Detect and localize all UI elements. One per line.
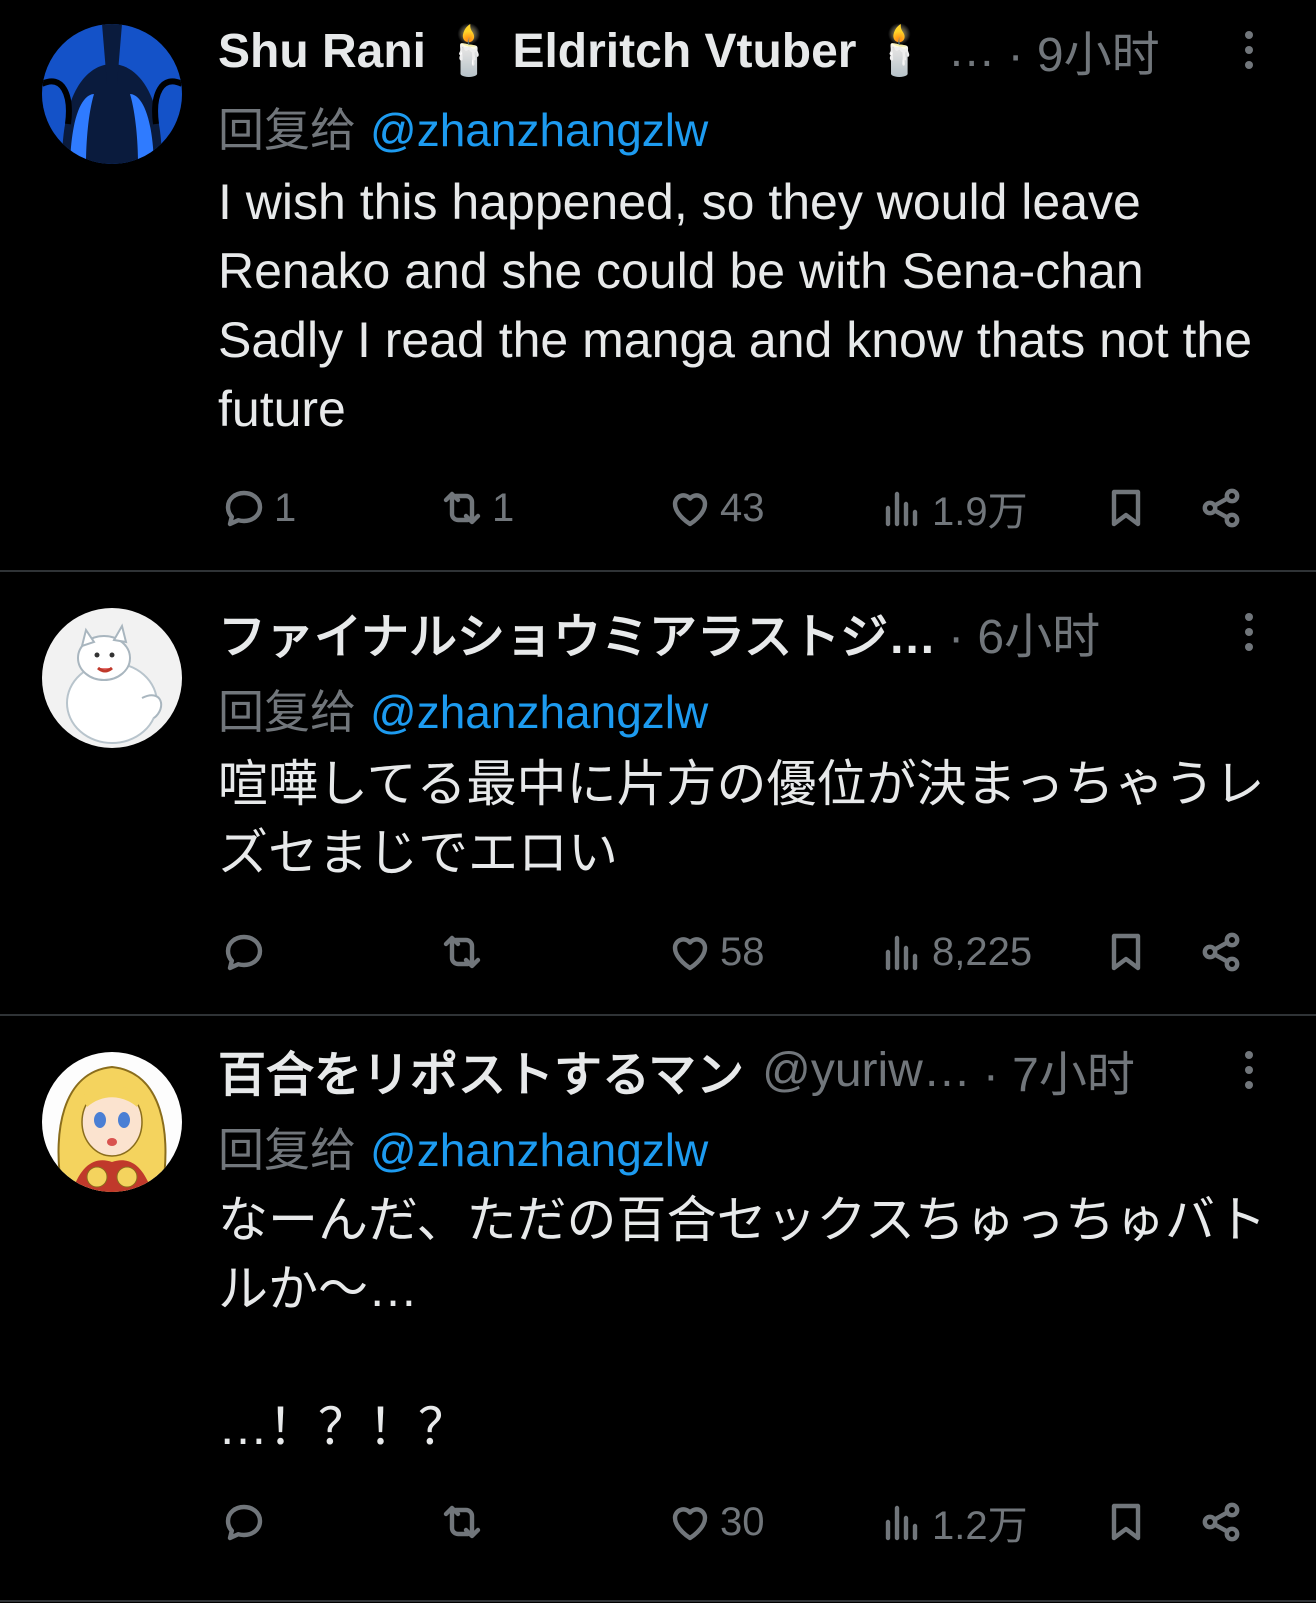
views-count: 1.9万 (932, 490, 1028, 534)
like-count: 43 (720, 485, 765, 530)
avatar[interactable] (42, 608, 182, 748)
views-button[interactable]: 1.2万 (878, 1492, 1028, 1552)
reply-prefix: 回复给 (218, 686, 356, 738)
timestamp[interactable]: · 6小时 (948, 597, 1100, 667)
tweet-2[interactable]: ファイナルショウミアラストジ… · 6小时 回复给 @zhanzhangzlw 喧… (0, 572, 1316, 1016)
timestamp[interactable]: · 7小时 (983, 1035, 1135, 1105)
reply-prefix: 回复给 (218, 1124, 356, 1176)
reply-button[interactable]: 1 (220, 478, 296, 538)
reply-to-link[interactable]: @zhanzhangzlw (370, 1124, 708, 1176)
like-icon (672, 937, 708, 971)
retweet-count: 1 (492, 485, 515, 530)
share-icon (1202, 1502, 1240, 1542)
bookmark-button[interactable] (1102, 478, 1150, 538)
reply-count: 1 (274, 485, 297, 530)
share-icon (1202, 488, 1240, 528)
tweet-header: Shu Rani 🕯️ Eldritch Vtuber 🕯️ … · 9小时 (218, 20, 1256, 83)
like-button[interactable]: 30 (666, 1492, 765, 1552)
reply-context: 回复给 @zhanzhangzlw (218, 676, 708, 742)
tweet-actions: 1 1 43 1.9万 (0, 478, 1316, 538)
reply-icon (225, 490, 263, 527)
retweet-button[interactable]: 1 (438, 478, 514, 538)
bookmark-button[interactable] (1102, 1492, 1150, 1552)
reply-to-link[interactable]: @zhanzhangzlw (370, 104, 708, 156)
tweet-1[interactable]: Shu Rani 🕯️ Eldritch Vtuber 🕯️ … · 9小时 回… (0, 0, 1316, 572)
more-icon[interactable] (1234, 20, 1264, 80)
reply-icon (225, 934, 263, 971)
display-name[interactable]: 百合をリポストするマン (218, 1035, 744, 1105)
share-button[interactable] (1198, 1492, 1246, 1552)
display-name[interactable]: ファイナルショウミアラストジ… (218, 597, 936, 667)
like-icon (672, 493, 708, 527)
like-count: 58 (720, 929, 765, 974)
like-count: 30 (720, 1499, 765, 1544)
bookmark-icon (1111, 933, 1141, 971)
handle[interactable]: @yuriw… (762, 1043, 971, 1098)
retweet-button[interactable] (438, 922, 492, 982)
reply-button[interactable] (220, 1492, 274, 1552)
tweet-text: 喧嘩してる最中に片方の優位が決まっちゃうレズセまじでエロい (218, 756, 1265, 881)
tweet-actions: 58 8,225 (0, 922, 1316, 982)
avatar[interactable] (42, 24, 182, 164)
retweet-icon (443, 935, 481, 969)
views-count: 1.2万 (932, 1504, 1028, 1548)
like-button[interactable]: 43 (666, 478, 765, 538)
reply-context: 回复给 @zhanzhangzlw (218, 1114, 708, 1180)
views-icon (885, 491, 918, 527)
display-name[interactable]: Shu Rani 🕯️ Eldritch Vtuber 🕯️ (218, 22, 930, 79)
retweet-icon (443, 1505, 481, 1539)
like-button[interactable]: 58 (666, 922, 765, 982)
more-icon[interactable] (1234, 1040, 1264, 1100)
reply-to-link[interactable]: @zhanzhangzlw (370, 686, 708, 738)
share-button[interactable] (1198, 922, 1246, 982)
views-icon (885, 1505, 918, 1541)
avatar[interactable] (42, 1052, 182, 1192)
reply-context: 回复给 @zhanzhangzlw (218, 94, 708, 160)
share-icon (1202, 932, 1240, 972)
tweet-text: なーんだ、ただの百合セックスちゅっちゅバトルか〜… …！？！？ (218, 1192, 1267, 1455)
like-icon (672, 1507, 708, 1541)
handle-truncated[interactable]: … (948, 23, 996, 78)
views-count: 8,225 (932, 929, 1033, 974)
tweet-actions: 30 1.2万 (0, 1492, 1316, 1552)
views-icon (885, 935, 918, 971)
bookmark-icon (1111, 1503, 1141, 1541)
share-button[interactable] (1198, 478, 1246, 538)
retweet-icon (443, 491, 481, 525)
tweet-header: ファイナルショウミアラストジ… · 6小时 (218, 602, 1256, 664)
reply-icon (225, 1504, 263, 1541)
tweet-3[interactable]: 百合をリポストするマン @yuriw… · 7小时 回复给 @zhanzhangz… (0, 1016, 1316, 1602)
bookmark-icon (1111, 489, 1141, 527)
views-button[interactable]: 8,225 (878, 922, 1032, 982)
tweet-header: 百合をリポストするマン @yuriw… · 7小时 (218, 1040, 1256, 1103)
more-icon[interactable] (1234, 602, 1264, 662)
retweet-button[interactable] (438, 1492, 492, 1552)
views-button[interactable]: 1.9万 (878, 478, 1028, 538)
timestamp[interactable]: · 9小时 (1008, 15, 1160, 85)
bookmark-button[interactable] (1102, 922, 1150, 982)
tweet-text: I wish this happened, so they would leav… (218, 174, 1253, 437)
reply-button[interactable] (220, 922, 274, 982)
reply-prefix: 回复给 (218, 104, 356, 156)
